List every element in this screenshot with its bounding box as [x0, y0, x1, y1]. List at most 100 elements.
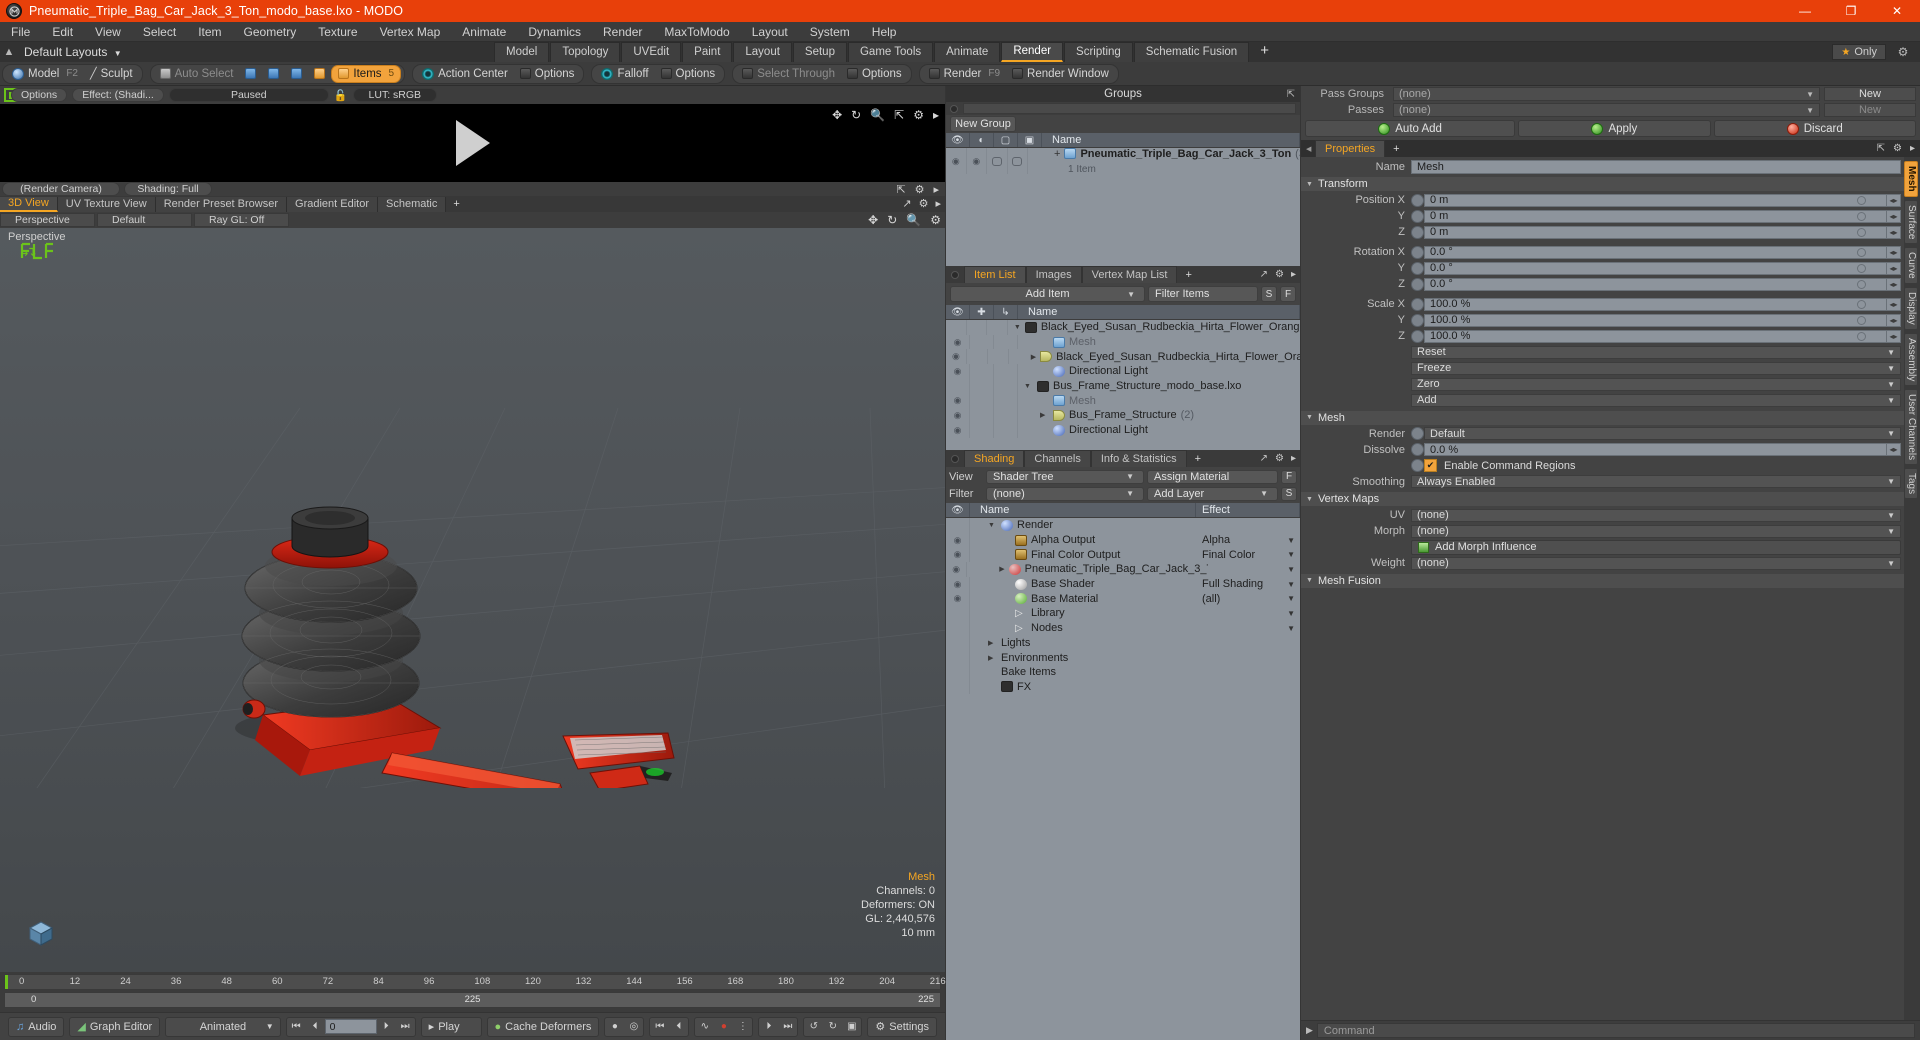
curve-key-icon[interactable]: ∿: [695, 1018, 714, 1036]
itemlist-row-eye[interactable]: ◉: [946, 393, 970, 409]
shading-row-effect[interactable]: Final Color ▼: [1196, 549, 1300, 561]
viewport-perspective-dropdown[interactable]: Perspective: [0, 213, 95, 227]
add-morph-influence-button[interactable]: Add Morph Influence: [1411, 539, 1901, 555]
gear-icon[interactable]: ⚙: [1894, 44, 1912, 60]
play-button[interactable]: ▸ Play: [420, 1016, 482, 1037]
position-x-field[interactable]: 0 m: [1424, 193, 1887, 207]
position-y-field[interactable]: 0 m: [1424, 209, 1887, 223]
rotation-y-knob[interactable]: [1411, 261, 1424, 275]
preview-options-button[interactable]: Options: [11, 88, 68, 102]
expand-icon[interactable]: ↗: [1260, 269, 1268, 280]
render-knob[interactable]: [1411, 427, 1424, 441]
action-center-button[interactable]: Action Center: [416, 65, 514, 83]
command-regions-knob[interactable]: [1411, 459, 1424, 473]
rotation-z-spinner[interactable]: ◂▸: [1887, 277, 1901, 291]
minimize-button[interactable]: —: [1782, 0, 1828, 22]
dissolve-knob[interactable]: [1411, 443, 1424, 457]
groups-list-body[interactable]: ◉◉+Pneumatic_Triple_Bag_Car_Jack_3_Ton(3…: [946, 148, 1300, 266]
default-layouts-dropdown[interactable]: Default Layouts ▼: [18, 45, 122, 59]
properties-side-tab-surface[interactable]: Surface: [1904, 199, 1918, 245]
shading-row-effect[interactable]: Full Shading ▼: [1196, 578, 1300, 590]
shading-row[interactable]: ◉ ▶ Pneumatic_Triple_Bag_Car_Jack_3_To … ▼: [946, 562, 1300, 577]
position-z-knob[interactable]: [1411, 225, 1424, 239]
enable-command-regions-checkbox[interactable]: ✔: [1424, 459, 1437, 473]
itemlist-row-lock[interactable]: [970, 422, 994, 438]
shading-row-eye[interactable]: ◉: [946, 532, 970, 548]
group-expand-icon[interactable]: +: [1054, 148, 1060, 160]
timeline-range-bar[interactable]: 0 225 225: [4, 992, 941, 1008]
viewport-tab-3d-view[interactable]: 3D View: [0, 196, 58, 212]
shading-row-eye[interactable]: ◉: [946, 547, 970, 563]
itemlist-row[interactable]: ◉ ▶ Black_Eyed_Susan_Rudbeckia_Hirta_Flowe…: [946, 349, 1300, 365]
shading-row[interactable]: Bake Items: [946, 664, 1300, 680]
itemlist-row-eye[interactable]: ◉: [946, 349, 967, 365]
shading-row-eye[interactable]: [946, 664, 970, 680]
dissolve-field[interactable]: 0.0 %: [1424, 443, 1887, 457]
shading-row[interactable]: ▶ Lights: [946, 635, 1300, 651]
scale-y-spinner[interactable]: ◂▸: [1887, 313, 1901, 327]
shading-row-eye[interactable]: [946, 518, 970, 533]
pass-groups-dropdown[interactable]: (none) ▼: [1393, 87, 1820, 101]
itemlist-row-eye[interactable]: ◉: [946, 364, 970, 379]
fit-icon[interactable]: ⇱: [896, 183, 905, 196]
layout-tab-animate[interactable]: Animate: [934, 42, 1001, 62]
expand-triangle-icon[interactable]: ▶: [988, 639, 997, 647]
layout-tab-scripting[interactable]: Scripting: [1064, 42, 1133, 62]
viewport-shading-dropdown[interactable]: Default: [97, 213, 192, 227]
shading-list-body[interactable]: ▼ Render ◉ Alpha Output Alpha ▼ ◉ Final Color O…: [946, 518, 1300, 1040]
groups-col-lock[interactable]: ▢: [994, 133, 1018, 147]
maximize-button[interactable]: ❐: [1828, 0, 1874, 22]
orientation-cube-icon[interactable]: [26, 918, 56, 948]
cache-deformers-button[interactable]: ● Cache Deformers: [486, 1016, 600, 1037]
itemlist-row-lock[interactable]: [970, 408, 994, 423]
add-layout-tab[interactable]: +: [1250, 42, 1279, 62]
shading-dropdown[interactable]: Shading: Full: [124, 182, 212, 196]
section-mesh-fusion[interactable]: ▼ Mesh Fusion: [1301, 573, 1904, 588]
rotate-icon[interactable]: ↻: [851, 108, 861, 122]
shading-row[interactable]: ◉ Base Shader Full Shading ▼: [946, 576, 1300, 592]
itemlist-row[interactable]: ▼ Bus_Frame_Structure_modo_base.lxo: [946, 378, 1300, 394]
itemlist-row-eye[interactable]: ◉: [946, 408, 970, 423]
save-key-icon[interactable]: ▣: [842, 1018, 861, 1036]
rotation-x-knob[interactable]: [1411, 245, 1424, 259]
reset-dropdown[interactable]: Reset ▼: [1411, 345, 1901, 359]
menu-item-select[interactable]: Select: [132, 22, 187, 42]
position-z-spinner[interactable]: ◂▸: [1887, 225, 1901, 239]
shading-row[interactable]: ◉ Alpha Output Alpha ▼: [946, 532, 1300, 548]
add-item-button[interactable]: Add Item ▼: [950, 286, 1145, 302]
itemlist-row-lock[interactable]: [970, 364, 994, 379]
expand-icon[interactable]: ⇱: [1877, 143, 1885, 154]
scale-z-spinner[interactable]: ◂▸: [1887, 329, 1901, 343]
gear-icon[interactable]: ⚙: [930, 213, 941, 227]
itemlist-col-lock[interactable]: ✚: [970, 305, 994, 319]
itemlist-s-button[interactable]: S: [1261, 286, 1277, 302]
layout-tab-render[interactable]: Render: [1001, 42, 1064, 62]
passes-dropdown[interactable]: (none) ▼: [1393, 103, 1820, 117]
apply-button[interactable]: Apply: [1518, 120, 1711, 137]
itemlist-row-lock[interactable]: [967, 320, 988, 335]
itemlist-row-lock[interactable]: [967, 349, 988, 365]
create-key-icon[interactable]: ●: [714, 1018, 733, 1036]
shading-row[interactable]: ▶ Environments: [946, 650, 1300, 665]
itemlist-f-button[interactable]: F: [1280, 286, 1296, 302]
render-dropdown[interactable]: Default ▼: [1424, 427, 1901, 441]
filter-items-input[interactable]: Filter Items: [1148, 286, 1258, 302]
current-frame-field[interactable]: 0: [324, 1019, 377, 1034]
menu-item-view[interactable]: View: [84, 22, 132, 42]
itemlist-row[interactable]: ◉ Mesh: [946, 393, 1300, 409]
properties-side-tab-display[interactable]: Display: [1904, 286, 1918, 330]
expand-triangle-icon[interactable]: ▶: [1040, 411, 1049, 419]
itemlist-row[interactable]: ◉ Directional Light: [946, 364, 1300, 379]
rotation-x-spinner[interactable]: ◂▸: [1887, 245, 1901, 259]
command-input[interactable]: Command: [1316, 1023, 1915, 1038]
itemlist-body[interactable]: ▼ Black_Eyed_Susan_Rudbeckia_Hirta_Flower…: [946, 320, 1300, 450]
material-mode-button[interactable]: [308, 65, 331, 83]
arrow-icon[interactable]: ▸: [1291, 453, 1296, 464]
section-vertex-maps[interactable]: ▼ Vertex Maps: [1301, 492, 1904, 506]
rotate-icon[interactable]: ↻: [887, 213, 897, 227]
shading-row[interactable]: ◉ Base Material (all) ▼: [946, 591, 1300, 607]
shading-row-eye[interactable]: ◉: [946, 562, 968, 577]
groups-search-input[interactable]: [963, 103, 1296, 114]
itemlist-tab-vertex-map-list[interactable]: Vertex Map List: [1081, 266, 1178, 283]
go-to-end-button[interactable]: ⏭: [396, 1018, 415, 1036]
